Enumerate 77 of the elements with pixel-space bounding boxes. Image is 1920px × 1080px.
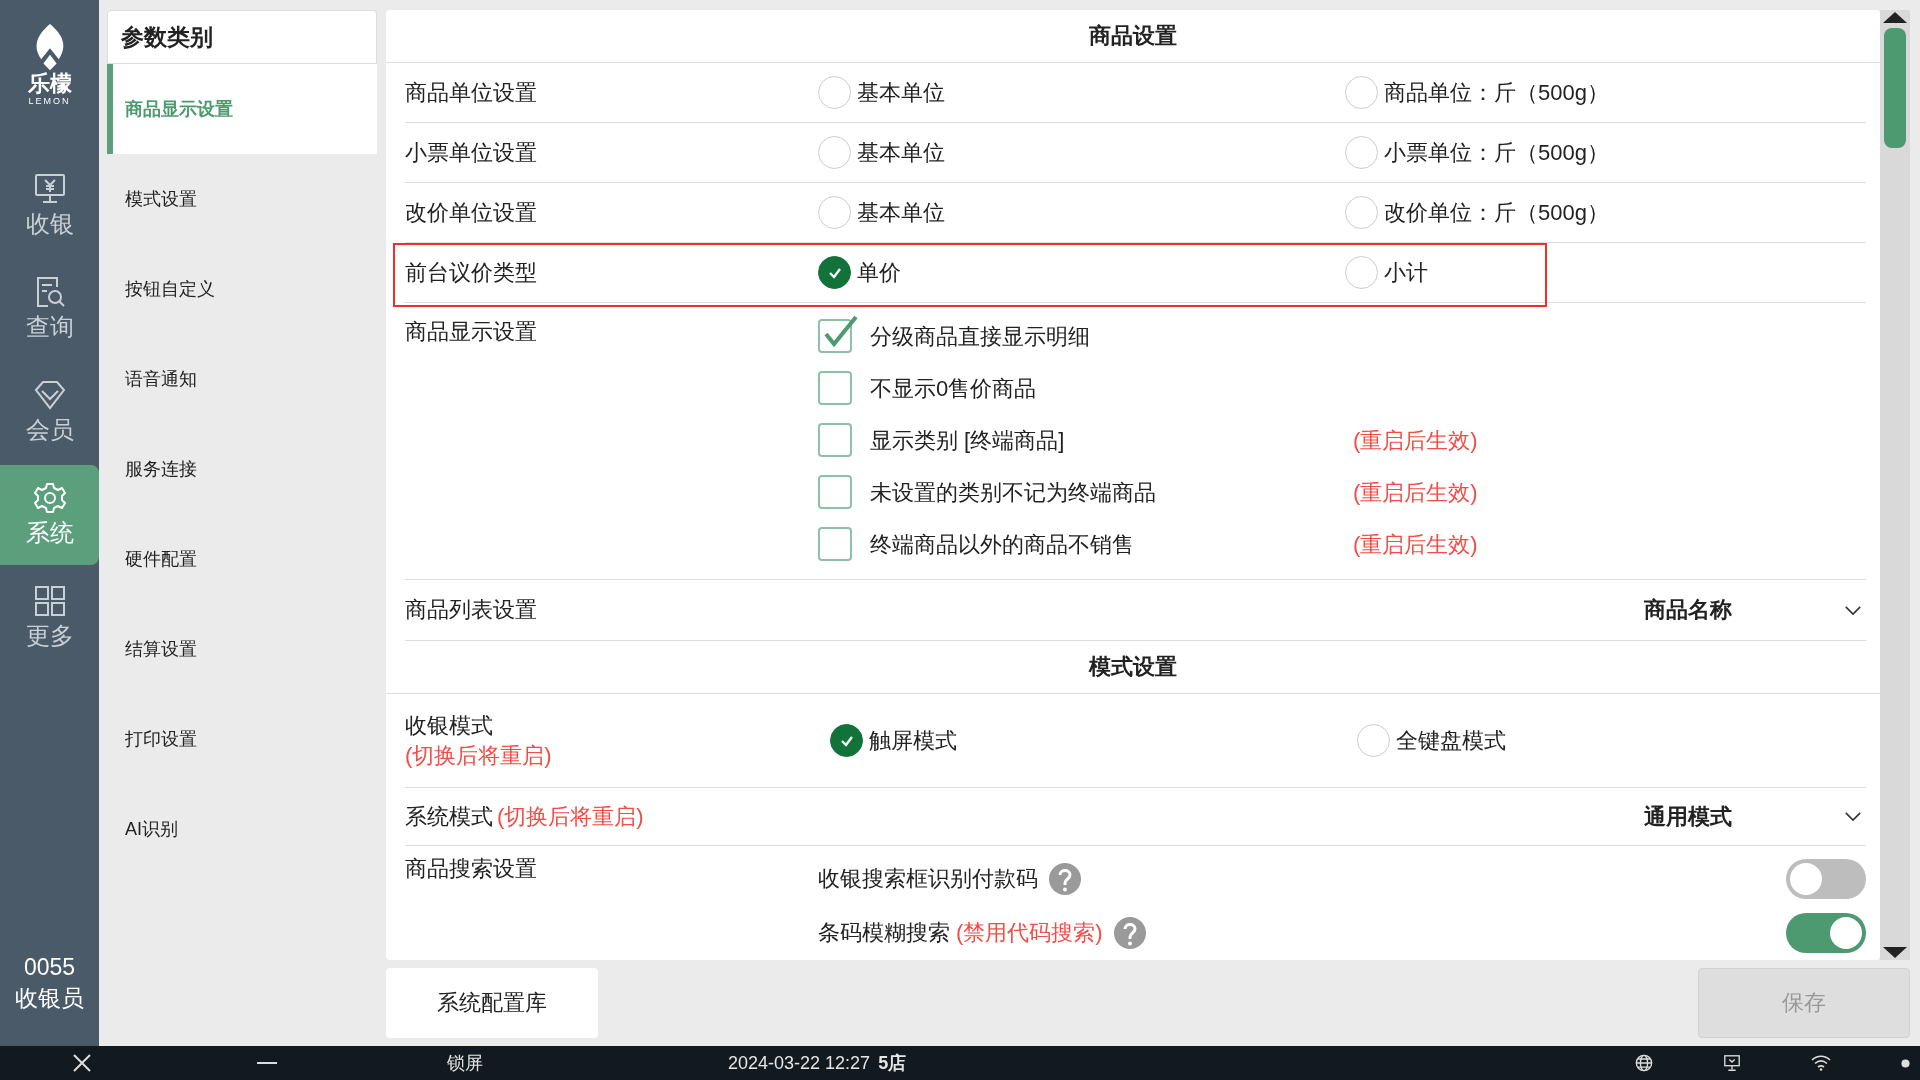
setting-label: 商品显示设置 [405, 318, 538, 346]
setting-label: 商品列表设置 [405, 596, 537, 624]
toggle-label: 收银搜索框识别付款码 [818, 865, 1038, 893]
operator-role: 收银员 [14, 984, 85, 1013]
monitor-icon[interactable] [1723, 1054, 1741, 1072]
minimize-icon[interactable] [257, 1061, 277, 1065]
category-item[interactable]: 结算设置 [107, 604, 377, 694]
toggle-label: 条码模糊搜索 [818, 918, 950, 947]
restart-note: (切换后将重启) [497, 802, 644, 831]
section-title: 模式设置 [386, 641, 1880, 694]
wifi-icon[interactable] [1811, 1055, 1831, 1071]
operator-id: 0055 [22, 953, 77, 982]
categories-header: 参数类别 [107, 10, 377, 64]
restart-note: (重启后生效) [1353, 427, 1479, 455]
lock-screen-button[interactable]: 锁屏 [447, 1051, 483, 1075]
radio-option[interactable]: 小票单位：斤（500g） [1345, 136, 1866, 169]
checkbox-option[interactable]: 显示类别 [终端商品] [818, 424, 1353, 458]
restart-note: (重启后生效) [1353, 479, 1479, 507]
radio-option[interactable]: 改价单位：斤（500g） [1345, 196, 1866, 229]
category-item[interactable]: 语音通知 [107, 334, 377, 424]
radio-option[interactable]: 基本单位 [818, 136, 1345, 169]
close-icon[interactable] [72, 1053, 92, 1073]
dropdown[interactable]: 通用模式 [1644, 801, 1866, 832]
radio-option[interactable]: 基本单位 [818, 76, 1345, 109]
checkbox-option[interactable]: 不显示0售价商品 [818, 372, 1353, 406]
help-icon[interactable] [1112, 915, 1147, 950]
radio-option[interactable]: 基本单位 [818, 196, 1345, 229]
globe-icon[interactable] [1635, 1054, 1653, 1072]
setting-label: 小票单位设置 [405, 138, 538, 167]
toggle-switch[interactable] [1786, 859, 1866, 899]
settings-icon [32, 481, 67, 515]
nav-item[interactable]: 查询 [0, 259, 99, 359]
scroll-thumb[interactable] [1884, 28, 1906, 148]
grid-icon [32, 584, 67, 618]
restart-note: (切换后将重启) [405, 741, 553, 770]
checkbox-option[interactable]: 终端商品以外的商品不销售 [818, 528, 1353, 562]
scroll-down-arrow-icon[interactable] [1881, 946, 1909, 960]
nav-item[interactable]: 会员 [0, 362, 99, 462]
radio-option[interactable]: 触屏模式 [830, 724, 1345, 757]
dropdown[interactable]: 商品名称 [1644, 595, 1866, 625]
logo-subtitle: LEMON [28, 96, 71, 106]
setting-label: 收银模式 [405, 711, 494, 740]
restart-note: (重启后生效) [1353, 531, 1479, 559]
scrollbar[interactable] [1880, 10, 1910, 960]
scroll-up-arrow-icon[interactable] [1881, 10, 1909, 24]
help-icon[interactable] [1048, 862, 1082, 896]
category-item[interactable]: 打印设置 [107, 694, 377, 784]
category-item[interactable]: AI识别 [107, 784, 377, 874]
setting-label: 改价单位设置 [405, 198, 538, 227]
date-time: 2024-03-22 12:27 [728, 1052, 871, 1074]
radio-option[interactable]: 商品单位：斤（500g） [1345, 76, 1866, 109]
radio-option[interactable]: 小计 [1345, 256, 1866, 289]
register-icon [32, 172, 67, 206]
setting-label: 商品单位设置 [405, 78, 538, 107]
setting-label: 商品搜索设置 [405, 855, 538, 883]
diamond-icon [32, 378, 67, 412]
restart-note: (禁用代码搜索) [956, 918, 1103, 947]
nav-item[interactable]: 更多 [0, 568, 99, 668]
toggle-switch[interactable] [1786, 912, 1866, 953]
radio-option[interactable]: 全键盘模式 [1357, 724, 1866, 757]
chevron-down-icon [1844, 604, 1862, 616]
checkbox-option[interactable]: 分级商品直接显示明细 [818, 320, 1353, 354]
section-title: 商品设置 [386, 10, 1880, 63]
checkbox-option[interactable]: 未设置的类别不记为终端商品 [818, 476, 1353, 510]
store-name: 5店 [878, 1052, 907, 1075]
status-dot-icon [1901, 1058, 1910, 1068]
radio-option[interactable]: 单价 [818, 256, 1345, 289]
category-item[interactable]: 模式设置 [107, 154, 377, 244]
chevron-down-icon [1844, 811, 1862, 822]
config-library-button[interactable]: 系统配置库 [386, 968, 598, 1038]
setting-label: 前台议价类型 [405, 258, 538, 287]
category-item[interactable]: 按钮自定义 [107, 244, 377, 334]
category-item[interactable]: 硬件配置 [107, 514, 377, 604]
setting-label: 系统模式 [405, 802, 493, 831]
logo-name: 乐檬 [27, 72, 72, 96]
nav-item[interactable]: 收银 [0, 156, 99, 256]
category-item[interactable]: 服务连接 [107, 424, 377, 514]
